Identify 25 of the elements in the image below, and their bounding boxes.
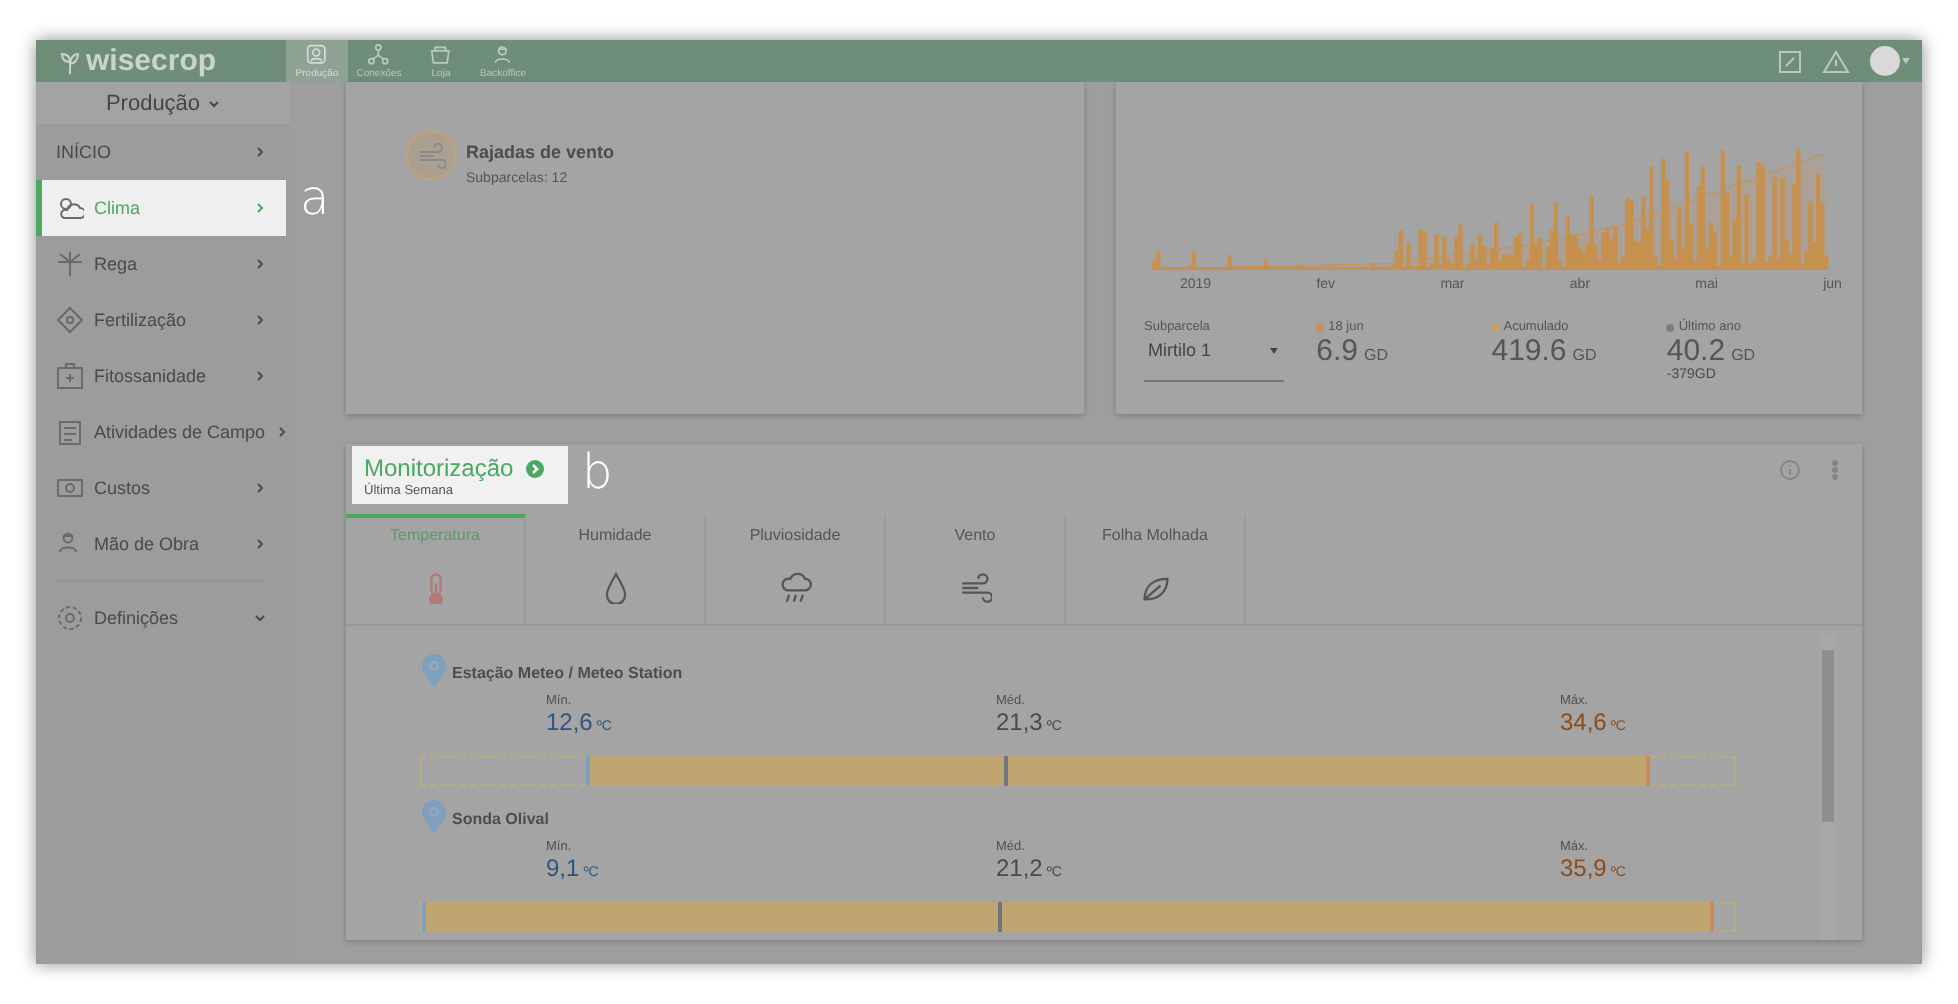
stat-value: 6.9 GD [1316, 334, 1390, 368]
sidebar-item[interactable]: INÍCIO [36, 124, 286, 180]
sidebar-item[interactable]: Atividades de Campo [36, 404, 286, 460]
tab[interactable]: Vento [886, 514, 1066, 624]
section-title: Produção [105, 91, 201, 115]
card-title: Monitorização [364, 454, 514, 482]
sidebar-item[interactable]: Custos [36, 460, 286, 516]
sidebar-item[interactable]: Definições [36, 590, 286, 646]
tab[interactable]: Humidade [526, 514, 706, 624]
tab[interactable]: Folha Molhada [1066, 514, 1246, 624]
stat-value: 40.2 GD [1666, 334, 1758, 368]
sidebar-item[interactable]: Clima [36, 180, 286, 236]
callout-letter: a [300, 174, 330, 222]
sidebar-item[interactable]: Fertilização [36, 292, 286, 348]
sidebar-item[interactable]: Rega [36, 236, 286, 292]
sidebar-item[interactable]: Fitossanidade [36, 348, 286, 404]
station-name: Sonda Olival [452, 809, 549, 827]
callout-letter: b [582, 448, 613, 496]
tab[interactable]: Pluviosidade [706, 514, 886, 624]
card-title: Rajadas de vento [466, 142, 615, 162]
stat-value: 419.6 GD [1491, 334, 1599, 368]
subplot-select[interactable]: Mirtilo 1 [1144, 334, 1285, 368]
station-name: Estação Meteo / Meteo Station [452, 663, 683, 681]
sidebar-item[interactable]: Mão de Obra [36, 516, 286, 572]
logo-text: wisecrop [86, 44, 217, 78]
